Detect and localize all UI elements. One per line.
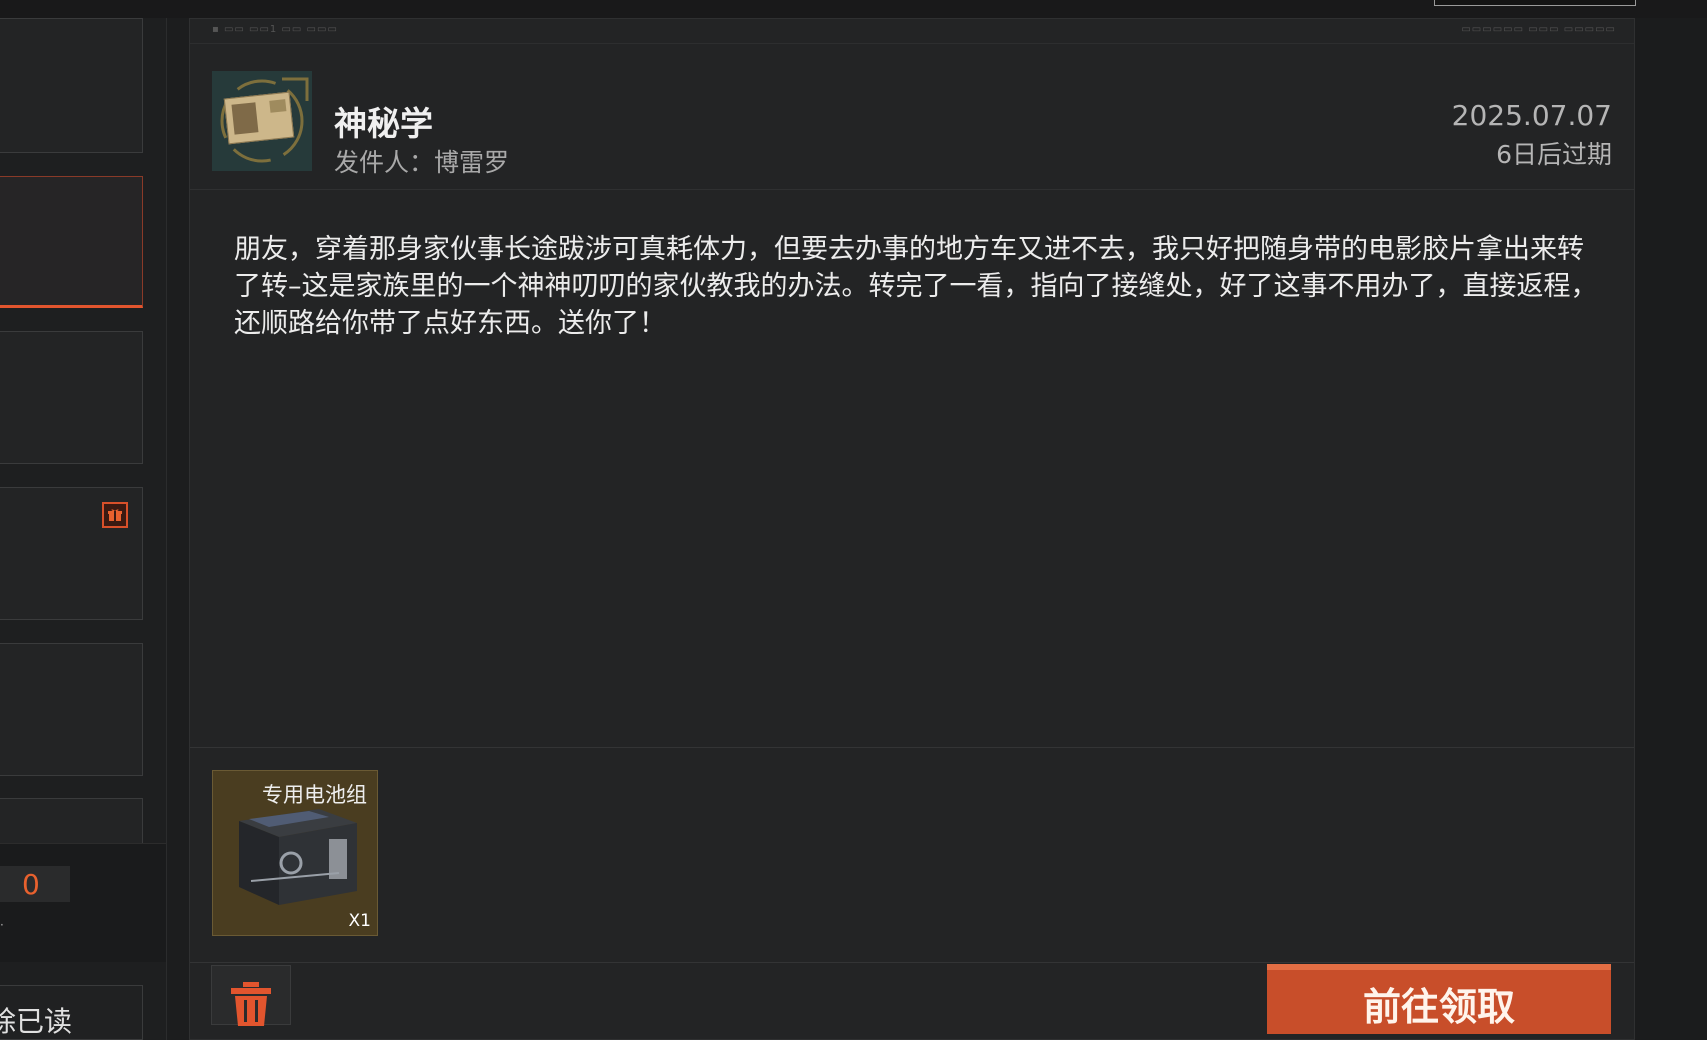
mail-list-item[interactable]	[0, 331, 143, 464]
attachment-area: 专用电池组 X1	[190, 747, 1634, 963]
mail-list-item-selected[interactable]	[0, 176, 143, 308]
mail-list-item[interactable]	[0, 643, 143, 776]
attachment-quantity: X1	[348, 911, 371, 931]
mail-header: 神秘学 发件人：博雷罗 2025.07.07 6日后过期	[190, 43, 1634, 190]
header-strip: ▪ ▭▭ ▭▭1 ▭▭ ▭▭▭ ▭▭▭▭▭▭ ▭▭▭ ▭▭▭▭▭	[190, 19, 1634, 44]
mail-counter: 0 ·	[0, 843, 166, 962]
delete-read-button[interactable]: 除已读	[0, 985, 143, 1040]
attachment-item[interactable]: 专用电池组 X1	[212, 770, 378, 936]
delete-read-label: 除已读	[0, 1005, 73, 1038]
mail-date: 2025.07.07	[1451, 99, 1612, 132]
strip-right-text: ▭▭▭▭▭▭ ▭▭▭ ▭▭▭▭▭	[1461, 24, 1616, 35]
postcard-icon	[223, 91, 295, 145]
battery-pack-icon	[239, 809, 357, 905]
top-tab[interactable]	[1434, 0, 1636, 6]
mail-list-item[interactable]	[0, 18, 143, 153]
strip-left-text: ▪ ▭▭ ▭▭1 ▭▭ ▭▭▭	[212, 24, 338, 35]
claim-button[interactable]: 前往领取	[1267, 964, 1611, 1034]
mail-list-item[interactable]	[0, 487, 143, 620]
sender-avatar	[212, 71, 312, 171]
mail-title: 神秘学	[334, 104, 433, 143]
counter-dot: ·	[0, 918, 4, 932]
mail-sender: 发件人：博雷罗	[334, 148, 510, 177]
mail-body: 朋友，穿着那身家伙事长途跋涉可真耗体力，但要去办事的地方车又进不去，我只好把随身…	[234, 234, 1598, 339]
trash-icon	[231, 982, 271, 1026]
top-bar	[0, 0, 1707, 18]
claim-button-label: 前往领取	[1362, 985, 1515, 1029]
mail-detail: ▪ ▭▭ ▭▭1 ▭▭ ▭▭▭ ▭▭▭▭▭▭ ▭▭▭ ▭▭▭▭▭ 神秘学 发件人…	[189, 18, 1635, 1040]
mail-expiry: 6日后过期	[1496, 140, 1612, 169]
counter-value: 0	[22, 868, 40, 901]
gift-icon	[102, 502, 128, 528]
right-edge	[1635, 18, 1707, 1040]
delete-mail-button[interactable]	[211, 965, 291, 1026]
